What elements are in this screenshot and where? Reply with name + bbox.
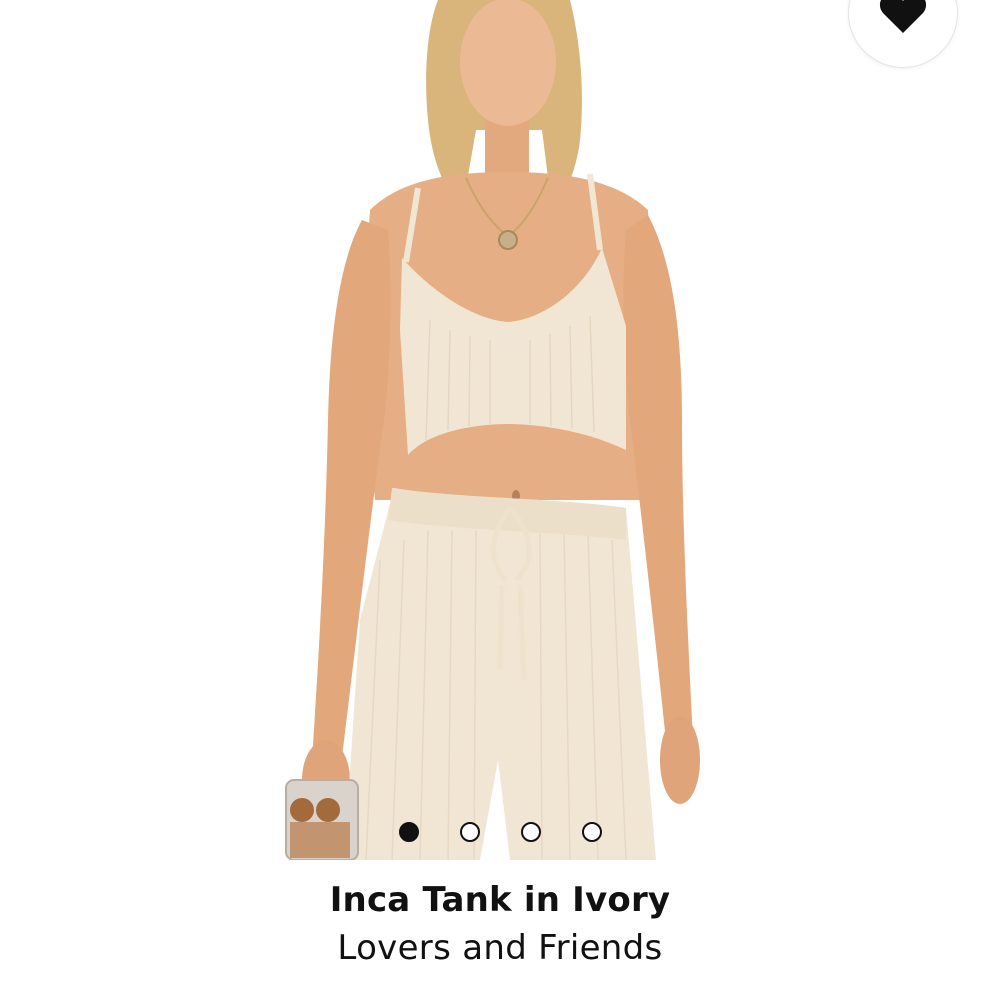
brand-name[interactable]: Lovers and Friends: [0, 928, 1000, 968]
pants: [344, 488, 656, 860]
product-title: Inca Tank in Ivory: [329, 880, 671, 920]
product-image[interactable]: [280, 0, 720, 860]
heart-icon: [879, 0, 927, 33]
pagination-dot-1[interactable]: [398, 822, 419, 842]
pagination-dot-3[interactable]: [520, 822, 541, 842]
image-pagination: [0, 822, 1000, 842]
product-page: Inca Tank in Ivory Lovers and Friends: [0, 0, 1000, 1000]
wishlist-button[interactable]: [848, 0, 958, 68]
pagination-dot-2[interactable]: [459, 822, 480, 842]
pagination-dot-4[interactable]: [581, 822, 602, 842]
